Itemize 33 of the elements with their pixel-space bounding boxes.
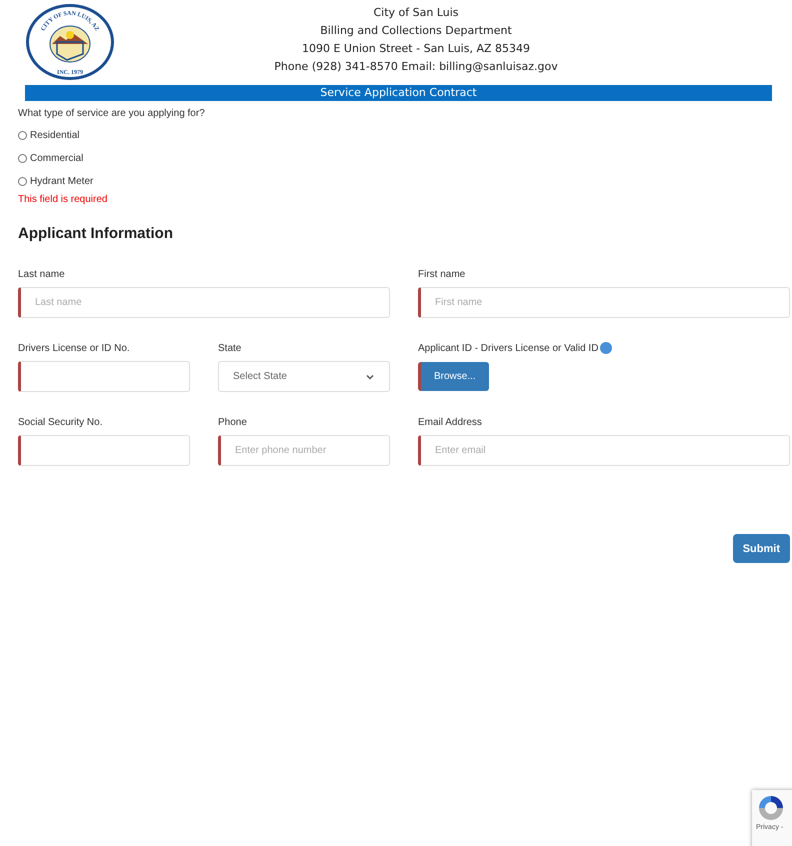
radio-label[interactable]: Commercial: [30, 152, 84, 164]
field-label: Drivers License or ID No.: [18, 342, 130, 354]
recaptcha-icon: [756, 794, 786, 822]
text-input[interactable]: Last name: [18, 287, 390, 318]
submit-button[interactable]: Submit: [732, 534, 790, 563]
text-input[interactable]: [18, 361, 190, 392]
header-text: Phone (928) 341-8570 Email: billing@sanluisaz.gov: [274, 59, 558, 75]
radio-label[interactable]: Hydrant Meter: [30, 176, 94, 186]
title-banner: Service Application Contract: [25, 85, 772, 101]
radio-button[interactable]: [18, 176, 27, 186]
field-label: Email Address: [418, 416, 482, 428]
error-message: This field is required: [18, 194, 108, 205]
radio-button[interactable]: [18, 154, 27, 162]
help-icon[interactable]: [600, 342, 612, 354]
field-label: First name: [418, 268, 466, 280]
field-label: Applicant ID - Drivers License or Valid ID: [418, 342, 598, 354]
header-text: Billing and Collections Department: [320, 23, 512, 39]
header-text: City of San Luis: [373, 5, 459, 21]
text-input[interactable]: Enter phone number: [218, 435, 390, 466]
state-select[interactable]: Select State: [218, 361, 390, 392]
field-label: State: [218, 342, 242, 354]
text-input[interactable]: [18, 435, 190, 466]
field-label: Social Security No.: [18, 416, 102, 428]
browse-button[interactable]: Browse...: [418, 362, 489, 391]
text-input[interactable]: Enter email: [418, 435, 790, 466]
header-text: 1090 E Union Street - San Luis, AZ 85349: [302, 41, 530, 57]
radio-button[interactable]: [18, 130, 27, 140]
section-title: Applicant Information: [18, 225, 174, 242]
question-label: What type of service are you applying for?: [18, 108, 206, 119]
field-label: Last name: [18, 268, 65, 280]
field-label: Phone: [218, 416, 247, 428]
radio-label[interactable]: Residential: [30, 130, 80, 140]
text-input[interactable]: First name: [418, 287, 790, 318]
